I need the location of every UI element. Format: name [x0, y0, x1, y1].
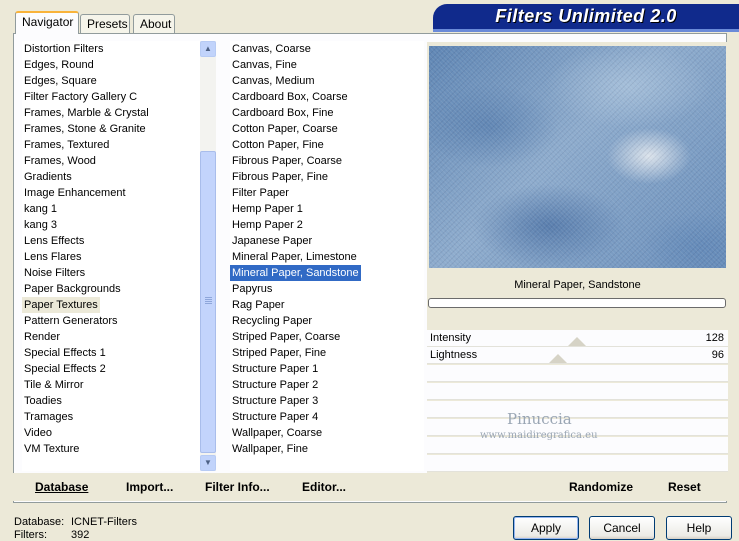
param-empty-row: [427, 365, 728, 382]
list-item[interactable]: Tile & Mirror: [22, 377, 85, 393]
list-item[interactable]: Frames, Textured: [22, 137, 111, 153]
list-item[interactable]: Mineral Paper, Sandstone: [230, 265, 361, 281]
list-item[interactable]: Image Enhancement: [22, 185, 128, 201]
scroll-up-button[interactable]: ▲: [200, 41, 216, 57]
list-item[interactable]: Gradients: [22, 169, 74, 185]
tab-about[interactable]: About: [133, 14, 175, 33]
list-item[interactable]: Wallpaper, Coarse: [230, 425, 324, 441]
reset-button[interactable]: Reset: [668, 478, 701, 496]
param-empty-row: [427, 401, 728, 418]
list-item[interactable]: Edges, Square: [22, 73, 99, 89]
preview-filter-name: Mineral Paper, Sandstone: [514, 279, 641, 291]
list-item[interactable]: Cardboard Box, Coarse: [230, 89, 350, 105]
list-item[interactable]: Lens Flares: [22, 249, 83, 265]
list-item[interactable]: Frames, Stone & Granite: [22, 121, 148, 137]
list-item[interactable]: Papyrus: [230, 281, 274, 297]
status-database-label: Database:: [14, 516, 65, 528]
database-button[interactable]: Database: [35, 478, 88, 496]
list-item[interactable]: Edges, Round: [22, 57, 96, 73]
status-database-value: ICNET-Filters: [71, 516, 137, 528]
list-item[interactable]: Render: [22, 329, 62, 345]
param-intensity[interactable]: Intensity 128: [427, 330, 728, 347]
param-value: 128: [705, 332, 724, 344]
list-item[interactable]: Cotton Paper, Fine: [230, 137, 326, 153]
import-button[interactable]: Import...: [126, 478, 173, 496]
list-item[interactable]: Lens Effects: [22, 233, 86, 249]
list-item[interactable]: Canvas, Medium: [230, 73, 317, 89]
slider-thumb[interactable]: [549, 354, 568, 363]
list-item[interactable]: Tramages: [22, 409, 75, 425]
filter-list[interactable]: Canvas, Coarse Canvas, Fine Canvas, Medium…: [230, 41, 424, 471]
list-item[interactable]: Rag Paper: [230, 297, 287, 313]
watermark-url: www.maidiregrafica.eu: [480, 430, 598, 441]
progress-bar: [428, 298, 726, 308]
filter-preview-image: [429, 46, 726, 268]
list-item[interactable]: Cardboard Box, Fine: [230, 105, 336, 121]
list-item[interactable]: Fibrous Paper, Fine: [230, 169, 330, 185]
list-item[interactable]: Frames, Wood: [22, 153, 98, 169]
list-item[interactable]: Hemp Paper 2: [230, 217, 305, 233]
list-item[interactable]: Mineral Paper, Limestone: [230, 249, 359, 265]
list-item[interactable]: Noise Filters: [22, 265, 87, 281]
list-item[interactable]: Toadies: [22, 393, 64, 409]
list-item[interactable]: Striped Paper, Coarse: [230, 329, 342, 345]
list-item[interactable]: Hemp Paper 1: [230, 201, 305, 217]
list-item[interactable]: Frames, Marble & Crystal: [22, 105, 151, 121]
param-empty-row: [427, 455, 728, 472]
banner-title: Filters Unlimited 2.0: [495, 6, 677, 26]
watermark-name: Pinuccia: [507, 410, 572, 428]
list-item[interactable]: Structure Paper 1: [230, 361, 320, 377]
list-item[interactable]: Canvas, Fine: [230, 57, 299, 73]
param-value: 96: [711, 349, 724, 361]
list-item[interactable]: Recycling Paper: [230, 313, 314, 329]
list-item[interactable]: Structure Paper 4: [230, 409, 320, 425]
list-item[interactable]: Filter Paper: [230, 185, 291, 201]
help-button[interactable]: Help: [666, 516, 732, 540]
list-item[interactable]: Cotton Paper, Coarse: [230, 121, 340, 137]
list-item[interactable]: Filter Factory Gallery C: [22, 89, 139, 105]
scroll-thumb[interactable]: [200, 151, 216, 453]
list-item[interactable]: Structure Paper 2: [230, 377, 320, 393]
param-label: Lightness: [430, 349, 478, 361]
list-item[interactable]: kang 3: [22, 217, 59, 233]
slider-thumb[interactable]: [568, 337, 587, 346]
category-scrollbar[interactable]: ▲ ▼: [200, 41, 216, 471]
tab-navigator[interactable]: Navigator: [15, 11, 79, 34]
header-banner: Filters Unlimited 2.0: [433, 4, 739, 32]
randomize-button[interactable]: Randomize: [569, 478, 633, 496]
list-item[interactable]: Fibrous Paper, Coarse: [230, 153, 344, 169]
list-item[interactable]: VM Texture: [22, 441, 81, 457]
tab-presets[interactable]: Presets: [80, 14, 130, 33]
list-item[interactable]: Structure Paper 3: [230, 393, 320, 409]
apply-button[interactable]: Apply: [513, 516, 579, 540]
scroll-down-button[interactable]: ▼: [200, 455, 216, 471]
list-item[interactable]: Wallpaper, Fine: [230, 441, 310, 457]
list-item[interactable]: Canvas, Coarse: [230, 41, 313, 57]
list-item[interactable]: Pattern Generators: [22, 313, 120, 329]
editor-button[interactable]: Editor...: [302, 478, 346, 496]
cancel-button[interactable]: Cancel: [589, 516, 655, 540]
category-list[interactable]: Distortion Filters Edges, Round Edges, Squ…: [22, 41, 200, 471]
status-filters-label: Filters:: [14, 529, 47, 541]
list-item[interactable]: Paper Textures: [22, 297, 100, 313]
list-item[interactable]: kang 1: [22, 201, 59, 217]
list-item[interactable]: Special Effects 1: [22, 345, 108, 361]
chevron-down-icon: ▼: [204, 458, 212, 467]
list-item[interactable]: Video: [22, 425, 54, 441]
list-item[interactable]: Paper Backgrounds: [22, 281, 123, 297]
status-filters-value: 392: [71, 529, 90, 541]
filter-info-button[interactable]: Filter Info...: [205, 478, 270, 496]
param-lightness[interactable]: Lightness 96: [427, 347, 728, 364]
param-label: Intensity: [430, 332, 471, 344]
list-item[interactable]: Distortion Filters: [22, 41, 105, 57]
param-empty-row: [427, 383, 728, 400]
list-item[interactable]: Special Effects 2: [22, 361, 108, 377]
chevron-up-icon: ▲: [204, 44, 212, 53]
list-item[interactable]: Japanese Paper: [230, 233, 314, 249]
list-item[interactable]: Striped Paper, Fine: [230, 345, 328, 361]
